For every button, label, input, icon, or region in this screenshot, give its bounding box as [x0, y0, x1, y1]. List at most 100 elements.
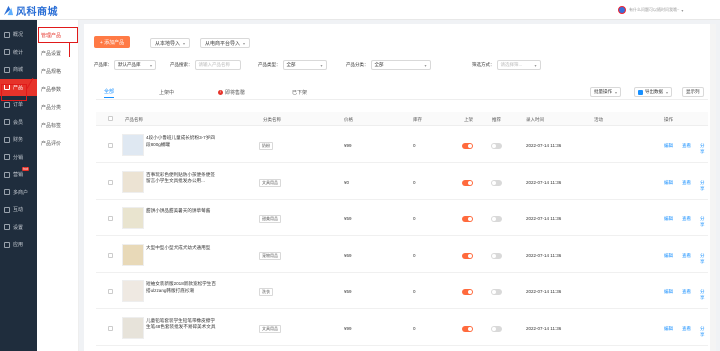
tab-all[interactable]: 全部	[104, 86, 115, 98]
scrollbar[interactable]	[710, 24, 716, 351]
category-select[interactable]: 全部 ▾	[370, 60, 431, 70]
tab-on-sale[interactable]: 上架中	[159, 86, 174, 98]
product-thumbnail[interactable]	[122, 134, 144, 156]
product-thumbnail[interactable]	[122, 280, 144, 302]
onsale-toggle[interactable]	[462, 325, 473, 332]
entry-time-cell: 2022-07-14 11:36	[526, 289, 562, 294]
row-checkbox[interactable]	[108, 289, 113, 294]
sidebar-item-marketing[interactable]: 营销 hot	[0, 166, 37, 184]
sidebar-item-distribution[interactable]: 分销	[0, 149, 37, 167]
subnav-item-tags[interactable]: 产品标签	[37, 116, 78, 134]
recommend-toggle[interactable]	[491, 325, 502, 332]
edit-link[interactable]: 编辑	[664, 143, 673, 149]
edit-link[interactable]: 编辑	[664, 326, 673, 332]
row-checkbox[interactable]	[108, 179, 113, 185]
sort-select[interactable]: 请选择筛... ▾	[496, 60, 541, 70]
recommend-toggle[interactable]	[491, 216, 502, 222]
library-select[interactable]: 默认产品库 ▾	[114, 60, 156, 70]
recommend-toggle[interactable]	[491, 289, 502, 295]
display-columns-button[interactable]: 显示列	[682, 87, 704, 97]
col-name[interactable]: 产品名称	[125, 117, 143, 123]
batch-actions-button[interactable]: 批量操作 ▾	[590, 87, 622, 97]
row-checkbox[interactable]	[108, 252, 113, 258]
product-thumbnail[interactable]	[122, 316, 144, 339]
table-header: 产品名称 分类名称 价格 库存 上架 推荐 录入时间 活动 操作	[96, 112, 708, 126]
sidebar-item-merchants[interactable]: 多商户	[0, 184, 37, 202]
onsale-toggle[interactable]	[462, 289, 473, 295]
view-link[interactable]: 查看	[682, 289, 691, 295]
product-thumbnail[interactable]	[122, 170, 144, 193]
category-tag: 文具用品	[259, 324, 281, 333]
share-link[interactable]: 分享	[700, 216, 708, 228]
recommend-toggle[interactable]	[491, 252, 502, 259]
sidebar-item-finance[interactable]: 财务	[0, 131, 37, 149]
subnav-item-specs[interactable]: 产品规格	[37, 62, 78, 80]
onsale-toggle[interactable]	[462, 216, 473, 222]
view-link[interactable]: 查看	[682, 326, 691, 332]
add-product-button[interactable]: + 添加产品	[94, 36, 130, 48]
col-price[interactable]: 价格	[344, 117, 353, 123]
product-name[interactable]: 儿童铅笔套装学生铅笔带橡皮擦学生笔48色套装批发不易碎美术文具	[146, 318, 218, 331]
subnav-item-reviews[interactable]: 产品评价	[37, 134, 78, 152]
product-name[interactable]: 甜饼小饼品甜美暑天的饼草莓酱	[146, 208, 218, 215]
onsale-toggle[interactable]	[462, 179, 473, 186]
toggle-knob	[492, 144, 496, 148]
export-button[interactable]: 导出数据 ▾	[634, 87, 673, 97]
edit-link[interactable]: 编辑	[664, 180, 673, 186]
share-link[interactable]: 分享	[700, 253, 708, 265]
sidebar-item-settings[interactable]: 设置	[0, 219, 37, 237]
share-icon	[4, 154, 10, 161]
tab-off-shelf[interactable]: 已下架	[292, 86, 307, 98]
recommend-toggle[interactable]	[491, 179, 502, 186]
share-link[interactable]: 分享	[700, 180, 708, 192]
tab-low-stock[interactable]: ! 即将售罄	[218, 86, 245, 98]
col-stock[interactable]: 库存	[413, 117, 422, 123]
logo[interactable]: 风科商城	[3, 3, 58, 18]
tab-divider	[96, 99, 708, 100]
view-link[interactable]: 查看	[682, 180, 691, 186]
import-local-button[interactable]: 从本地导入 ▾	[150, 38, 191, 48]
view-link[interactable]: 查看	[682, 216, 691, 222]
select-all-checkbox[interactable]	[108, 116, 113, 121]
product-thumbnail[interactable]	[122, 243, 144, 266]
sidebar-item-overview[interactable]: 概况	[0, 26, 37, 44]
product-name[interactable]: 百事玩彩色便利贴防小孩便条便签留言小学生文具批发办公用...	[146, 172, 218, 185]
help-text: 有什么问题可以随时问我哦~	[629, 7, 680, 12]
share-link[interactable]: 分享	[700, 143, 708, 155]
product-search-input[interactable]: 请输入产品名称	[194, 60, 241, 70]
sidebar-item-stats[interactable]: 统计	[0, 44, 37, 62]
import-platform-button[interactable]: 从电商平台导入 ▾	[200, 38, 251, 48]
sidebar-item-members[interactable]: 会员	[0, 114, 37, 132]
share-link[interactable]: 分享	[700, 326, 708, 338]
stock-cell: 0	[413, 179, 416, 185]
edit-link[interactable]: 编辑	[664, 289, 673, 295]
hot-badge: hot	[22, 167, 29, 171]
sidebar-item-mall[interactable]: 商城	[0, 61, 37, 79]
product-name[interactable]: 4段小小鲁班儿童成长奶粉3-7岁四段800g桶罐	[146, 135, 218, 148]
type-select[interactable]: 全部 ▾	[282, 60, 327, 70]
onsale-toggle[interactable]	[462, 252, 473, 259]
row-checkbox[interactable]	[108, 325, 113, 331]
subnav-item-settings[interactable]: 产品设置	[37, 44, 78, 62]
share-link[interactable]: 分享	[700, 289, 708, 301]
sidebar-item-label: 应用	[13, 242, 24, 249]
recommend-toggle[interactable]	[491, 143, 502, 149]
avatar[interactable]	[618, 6, 626, 14]
subnav-item-category[interactable]: 产品分类	[37, 98, 78, 116]
edit-link[interactable]: 编辑	[664, 253, 673, 259]
onsale-toggle[interactable]	[462, 143, 473, 149]
view-link[interactable]: 查看	[682, 253, 691, 259]
col-entry-time[interactable]: 录入时间	[526, 117, 544, 123]
product-thumbnail[interactable]	[122, 207, 144, 229]
edit-link[interactable]: 编辑	[664, 216, 673, 222]
product-name[interactable]: 大型中型小型犬成犬幼犬通用型	[146, 245, 218, 252]
sidebar-item-apps[interactable]: 应用	[0, 236, 37, 254]
row-checkbox[interactable]	[108, 143, 113, 148]
top-help[interactable]: 有什么问题可以随时问我哦~ ▾	[618, 5, 706, 15]
sidebar-item-interact[interactable]: 互动	[0, 201, 37, 219]
subnav-item-params[interactable]: 产品参数	[37, 80, 78, 98]
row-checkbox[interactable]	[108, 216, 113, 221]
sidebar-item-label: 财务	[13, 137, 24, 144]
product-name[interactable]: 短袖女装新版2018新款宽松学生百搭ulzzang韩版打底衫潮	[146, 281, 218, 294]
view-link[interactable]: 查看	[682, 143, 691, 149]
